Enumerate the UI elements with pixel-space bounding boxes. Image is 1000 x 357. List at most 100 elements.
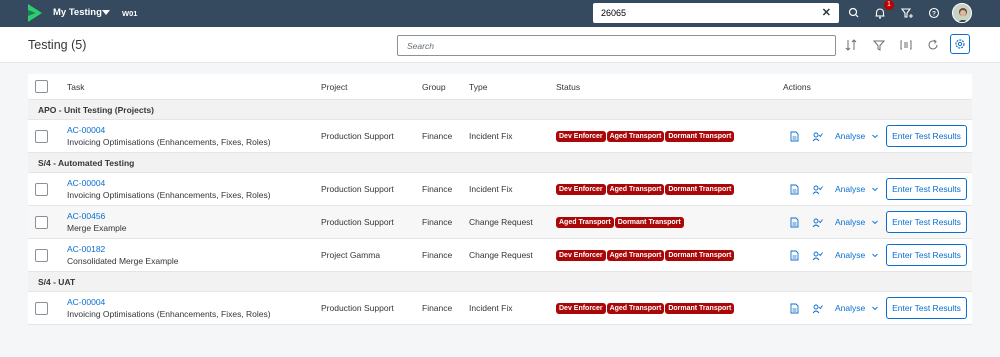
svg-text:?: ?: [932, 11, 936, 18]
task-name: Invoicing Optimisations (Enhancements, F…: [67, 309, 271, 319]
analyse-menu-button[interactable]: Analyse: [835, 303, 865, 313]
task-name: Merge Example: [67, 223, 127, 233]
assign-user-icon[interactable]: [812, 131, 823, 142]
group-title: S/4 - Automated Testing: [38, 158, 135, 168]
table-search-input[interactable]: Search: [397, 35, 836, 56]
assign-user-icon[interactable]: [812, 303, 823, 314]
group-cell: Finance: [422, 131, 453, 141]
chevron-down-icon[interactable]: [871, 132, 879, 140]
analyse-menu-button[interactable]: Analyse: [835, 250, 865, 260]
status-badges: Aged Transport Dormant Transport: [556, 217, 684, 228]
search-icon[interactable]: [846, 5, 862, 21]
status-badges: Dev Enforcer Aged Transport Dormant Transp…: [556, 184, 735, 195]
app-logo-icon[interactable]: [28, 4, 42, 22]
shell-search-value[interactable]: 26065: [601, 8, 626, 18]
enter-test-results-button[interactable]: Enter Test Results: [886, 178, 967, 200]
refresh-icon[interactable]: [926, 38, 940, 52]
task-id-link[interactable]: AC-00004: [67, 178, 105, 188]
enter-test-results-button[interactable]: Enter Test Results: [886, 125, 967, 147]
select-all-checkbox[interactable]: [35, 80, 48, 93]
status-badge: Dormant Transport: [665, 303, 735, 314]
table-body: APO - Unit Testing (Projects) AC-00004 I…: [28, 100, 972, 325]
column-header-project[interactable]: Project: [321, 82, 347, 92]
tasks-table: Task Project Group Type Status Actions A…: [28, 74, 972, 325]
avatar[interactable]: [952, 3, 972, 23]
chevron-down-icon[interactable]: [871, 304, 879, 312]
table-search-placeholder: Search: [407, 41, 434, 51]
page-header: Testing (5) Search: [0, 27, 1000, 63]
group-header: APO - Unit Testing (Projects): [28, 100, 972, 120]
shell-bar: My Testing W01 26065 ✕ 1 ?: [0, 0, 1000, 27]
clear-search-icon[interactable]: ✕: [822, 6, 831, 19]
task-name: Invoicing Optimisations (Enhancements, F…: [67, 137, 271, 147]
table-row[interactable]: AC-00004 Invoicing Optimisations (Enhanc…: [28, 173, 972, 206]
table-row[interactable]: AC-00004 Invoicing Optimisations (Enhanc…: [28, 120, 972, 153]
enter-test-results-button[interactable]: Enter Test Results: [886, 244, 967, 266]
assign-user-icon[interactable]: [812, 217, 823, 228]
row-checkbox[interactable]: [35, 249, 48, 262]
app-menu-caret-icon[interactable]: [102, 10, 110, 15]
settings-button[interactable]: [950, 34, 970, 54]
document-icon[interactable]: [789, 303, 800, 314]
table-row[interactable]: AC-00456 Merge Example Production Suppor…: [28, 206, 972, 239]
assign-user-icon[interactable]: [812, 184, 823, 195]
app-subtitle: W01: [122, 9, 138, 18]
row-checkbox[interactable]: [35, 183, 48, 196]
row-checkbox[interactable]: [35, 216, 48, 229]
group-icon[interactable]: [899, 38, 913, 52]
document-icon[interactable]: [789, 217, 800, 228]
analyse-menu-button[interactable]: Analyse: [835, 217, 865, 227]
column-header-group[interactable]: Group: [422, 82, 446, 92]
column-header-type[interactable]: Type: [469, 82, 487, 92]
task-id-link[interactable]: AC-00456: [67, 211, 105, 221]
group-title: APO - Unit Testing (Projects): [38, 105, 155, 115]
table-row[interactable]: AC-00182 Consolidated Merge Example Proj…: [28, 239, 972, 272]
column-header-status[interactable]: Status: [556, 82, 580, 92]
status-badge: Dormant Transport: [665, 184, 735, 195]
project-cell: Production Support: [321, 184, 394, 194]
document-icon[interactable]: [789, 250, 800, 261]
status-badges: Dev Enforcer Aged Transport Dormant Transp…: [556, 303, 735, 314]
table-header: Task Project Group Type Status Actions: [28, 74, 972, 100]
status-badge: Dev Enforcer: [556, 250, 606, 261]
status-badge: Aged Transport: [606, 131, 665, 142]
row-checkbox[interactable]: [35, 302, 48, 315]
column-header-actions: Actions: [783, 82, 811, 92]
row-checkbox[interactable]: [35, 130, 48, 143]
task-id-link[interactable]: AC-00004: [67, 297, 105, 307]
table-row[interactable]: AC-00004 Invoicing Optimisations (Enhanc…: [28, 292, 972, 325]
shell-search-input[interactable]: 26065 ✕: [593, 3, 839, 23]
notification-badge: 1: [884, 0, 894, 10]
status-badge: Dev Enforcer: [556, 303, 606, 314]
document-icon[interactable]: [789, 131, 800, 142]
analyse-menu-button[interactable]: Analyse: [835, 184, 865, 194]
assign-user-icon[interactable]: [812, 250, 823, 261]
task-name: Invoicing Optimisations (Enhancements, F…: [67, 190, 271, 200]
task-id-link[interactable]: AC-00004: [67, 125, 105, 135]
status-badge: Dev Enforcer: [556, 184, 606, 195]
task-name: Consolidated Merge Example: [67, 256, 179, 266]
chevron-down-icon[interactable]: [871, 251, 879, 259]
group-title: S/4 - UAT: [38, 277, 76, 287]
type-cell: Incident Fix: [469, 303, 513, 313]
column-header-task[interactable]: Task: [67, 82, 84, 92]
group-cell: Finance: [422, 217, 453, 227]
app-title[interactable]: My Testing: [53, 7, 102, 18]
sort-icon[interactable]: [844, 38, 858, 52]
status-badge: Dormant Transport: [614, 217, 684, 228]
enter-test-results-button[interactable]: Enter Test Results: [886, 297, 967, 319]
task-id-link[interactable]: AC-00182: [67, 244, 105, 254]
enter-test-results-button[interactable]: Enter Test Results: [886, 211, 967, 233]
chevron-down-icon[interactable]: [871, 185, 879, 193]
settings-icon: [955, 39, 965, 49]
chevron-down-icon[interactable]: [871, 218, 879, 226]
filter-icon[interactable]: [872, 38, 886, 52]
status-badge: Aged Transport: [606, 303, 665, 314]
help-icon[interactable]: ?: [926, 5, 942, 21]
project-cell: Production Support: [321, 303, 394, 313]
analyse-menu-button[interactable]: Analyse: [835, 131, 865, 141]
filter-add-icon[interactable]: [899, 5, 915, 21]
user-avatar-icon: [953, 4, 971, 22]
document-icon[interactable]: [789, 184, 800, 195]
group-cell: Finance: [422, 250, 453, 260]
